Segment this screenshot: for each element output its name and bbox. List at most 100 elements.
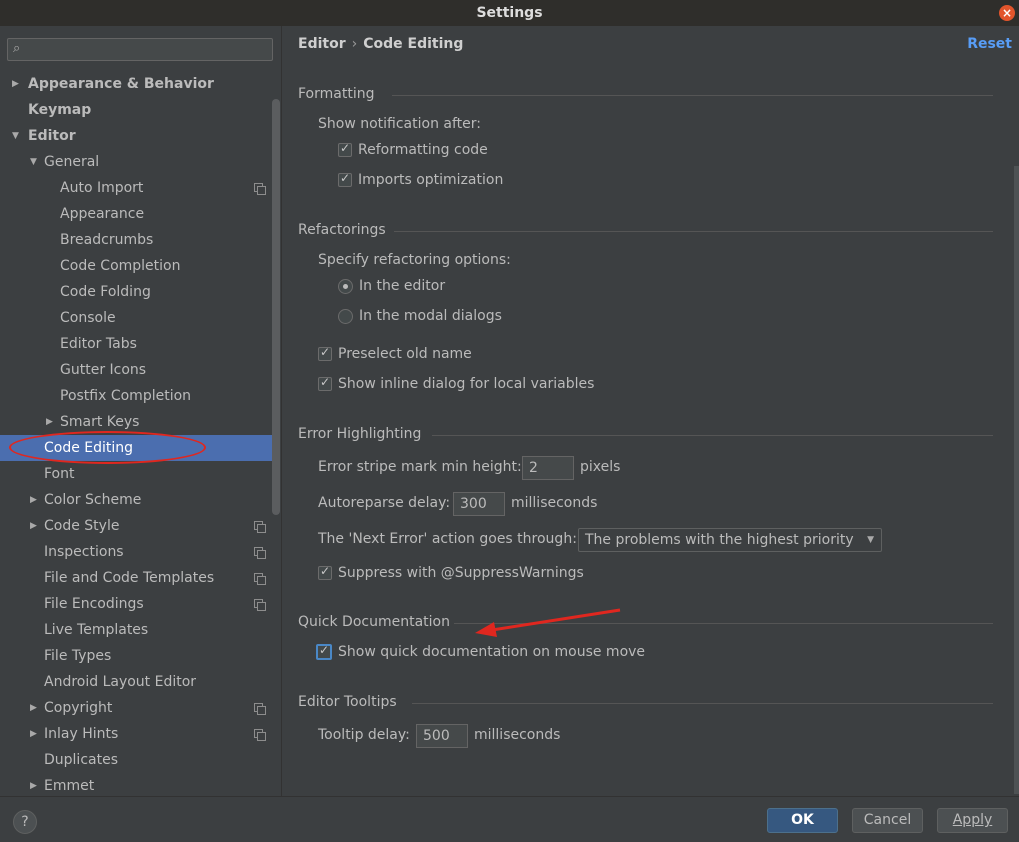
sidebar-item-editor-tabs[interactable]: Editor Tabs bbox=[0, 331, 282, 357]
section-divider bbox=[432, 435, 993, 436]
chevron-down-icon[interactable]: ▼ bbox=[30, 149, 37, 175]
sidebar-item-label: Font bbox=[44, 466, 75, 482]
next-error-value: The problems with the highest priority bbox=[585, 532, 854, 548]
show-inline-dialog-checkbox[interactable] bbox=[318, 375, 332, 391]
sidebar-item-label: Editor Tabs bbox=[60, 336, 137, 352]
show-notification-label: Show notification after: bbox=[318, 116, 481, 132]
sidebar-item-general[interactable]: ▼ General bbox=[0, 149, 282, 175]
chevron-right-icon[interactable]: ▶ bbox=[30, 695, 37, 721]
section-divider bbox=[394, 231, 993, 232]
quick-doc-mouse-move-checkbox[interactable] bbox=[316, 643, 332, 660]
chevron-right-icon[interactable]: ▶ bbox=[12, 71, 19, 97]
apply-button[interactable]: Apply bbox=[937, 808, 1008, 833]
sidebar-item-label: File Types bbox=[44, 648, 112, 664]
sidebar-item-label: Copyright bbox=[44, 700, 113, 716]
error-stripe-input[interactable]: 2 bbox=[522, 456, 574, 480]
section-title-quick-documentation: Quick Documentation bbox=[298, 614, 450, 630]
sidebar-item-console[interactable]: Console bbox=[0, 305, 282, 331]
section-divider bbox=[392, 95, 993, 96]
sidebar-item-editor[interactable]: ▼ Editor bbox=[0, 123, 282, 149]
in-editor-radio[interactable] bbox=[338, 279, 353, 294]
in-editor-label[interactable]: In the editor bbox=[359, 278, 445, 294]
close-icon[interactable]: × bbox=[999, 5, 1015, 21]
help-button[interactable]: ? bbox=[13, 810, 37, 834]
sidebar-item-inspections[interactable]: Inspections bbox=[0, 539, 282, 565]
sidebar-item-font[interactable]: Font bbox=[0, 461, 282, 487]
sidebar-item-label: Duplicates bbox=[44, 752, 118, 768]
sidebar-item-file-and-code-templates[interactable]: File and Code Templates bbox=[0, 565, 282, 591]
cancel-button[interactable]: Cancel bbox=[852, 808, 923, 833]
sidebar-item-file-encodings[interactable]: File Encodings bbox=[0, 591, 282, 617]
search-input[interactable]: ⌕ bbox=[7, 38, 273, 61]
section-divider bbox=[412, 703, 993, 704]
chevron-down-icon[interactable]: ▼ bbox=[12, 123, 19, 149]
autoreparse-label: Autoreparse delay: bbox=[318, 495, 451, 511]
sidebar-item-label: Appearance bbox=[60, 206, 145, 222]
sidebar-item-color-scheme[interactable]: ▶ Color Scheme bbox=[0, 487, 282, 513]
preselect-old-name-label[interactable]: Preselect old name bbox=[338, 346, 472, 362]
autoreparse-unit: milliseconds bbox=[511, 495, 598, 511]
sidebar-item-label: General bbox=[44, 154, 100, 170]
sidebar-item-label: Code Style bbox=[44, 518, 120, 534]
section-title-refactorings: Refactorings bbox=[298, 222, 386, 238]
sidebar-item-live-templates[interactable]: Live Templates bbox=[0, 617, 282, 643]
project-scope-icon bbox=[254, 183, 266, 195]
sidebar-item-code-folding[interactable]: Code Folding bbox=[0, 279, 282, 305]
show-inline-dialog-label[interactable]: Show inline dialog for local variables bbox=[338, 376, 594, 392]
sidebar-item-appearance-behavior[interactable]: ▶ Appearance & Behavior bbox=[0, 71, 282, 97]
dialog-footer: ? OK Cancel Apply bbox=[0, 796, 1019, 842]
sidebar-item-label: Live Templates bbox=[44, 622, 149, 638]
imports-optimization-checkbox[interactable] bbox=[338, 171, 352, 187]
reset-link[interactable]: Reset bbox=[967, 36, 1012, 52]
sidebar-item-label: Breadcrumbs bbox=[60, 232, 154, 248]
reformatting-code-checkbox[interactable] bbox=[338, 141, 352, 157]
breadcrumb-parent[interactable]: Editor bbox=[298, 36, 346, 52]
search-icon: ⌕ bbox=[13, 41, 21, 56]
tooltip-delay-input[interactable]: 500 bbox=[416, 724, 468, 748]
suppress-warnings-checkbox[interactable] bbox=[318, 564, 332, 580]
project-scope-icon bbox=[254, 547, 266, 559]
sidebar-item-duplicates[interactable]: Duplicates bbox=[0, 747, 282, 773]
highlight-ellipse bbox=[9, 431, 206, 464]
chevron-right-icon[interactable]: ▶ bbox=[30, 487, 37, 513]
project-scope-icon bbox=[254, 729, 266, 741]
sidebar-item-android-layout-editor[interactable]: Android Layout Editor bbox=[0, 669, 282, 695]
sidebar-item-code-completion[interactable]: Code Completion bbox=[0, 253, 282, 279]
chevron-right-icon[interactable]: ▶ bbox=[30, 513, 37, 539]
section-title-editor-tooltips: Editor Tooltips bbox=[298, 694, 397, 710]
preselect-old-name-checkbox[interactable] bbox=[318, 345, 332, 361]
sidebar-item-label: Gutter Icons bbox=[60, 362, 147, 378]
sidebar-scrollbar[interactable] bbox=[272, 99, 280, 515]
imports-optimization-label[interactable]: Imports optimization bbox=[358, 172, 503, 188]
sidebar-item-breadcrumbs[interactable]: Breadcrumbs bbox=[0, 227, 282, 253]
sidebar-item-appearance[interactable]: Appearance bbox=[0, 201, 282, 227]
settings-sidebar: ⌕ ▶ Appearance & Behavior Keymap ▼ Editor ▼ Ge… bbox=[0, 26, 282, 796]
suppress-warnings-label[interactable]: Suppress with @SuppressWarnings bbox=[338, 565, 584, 581]
next-error-dropdown[interactable]: The problems with the highest priority ▼ bbox=[578, 528, 882, 552]
quick-doc-mouse-move-label[interactable]: Show quick documentation on mouse move bbox=[338, 644, 645, 660]
reformatting-code-label[interactable]: Reformatting code bbox=[358, 142, 488, 158]
sidebar-item-inlay-hints[interactable]: ▶ Inlay Hints bbox=[0, 721, 282, 747]
chevron-right-icon[interactable]: ▶ bbox=[30, 721, 37, 747]
sidebar-item-auto-import[interactable]: Auto Import bbox=[0, 175, 282, 201]
chevron-right-icon[interactable]: ▶ bbox=[46, 409, 53, 435]
sidebar-item-file-types[interactable]: File Types bbox=[0, 643, 282, 669]
sidebar-item-gutter-icons[interactable]: Gutter Icons bbox=[0, 357, 282, 383]
content-scrollbar[interactable] bbox=[1014, 166, 1019, 794]
in-modal-radio[interactable] bbox=[338, 309, 353, 324]
ok-button[interactable]: OK bbox=[767, 808, 838, 833]
tooltip-delay-unit: milliseconds bbox=[474, 727, 561, 743]
in-modal-label[interactable]: In the modal dialogs bbox=[359, 308, 502, 324]
sidebar-item-postfix-completion[interactable]: Postfix Completion bbox=[0, 383, 282, 409]
sidebar-item-label: Code Completion bbox=[60, 258, 181, 274]
sidebar-item-code-style[interactable]: ▶ Code Style bbox=[0, 513, 282, 539]
sidebar-item-keymap[interactable]: Keymap bbox=[0, 97, 282, 123]
error-stripe-label: Error stripe mark min height: bbox=[318, 459, 522, 475]
sidebar-item-copyright[interactable]: ▶ Copyright bbox=[0, 695, 282, 721]
sidebar-item-label: Android Layout Editor bbox=[44, 674, 197, 690]
sidebar-item-label: Inlay Hints bbox=[44, 726, 119, 742]
sidebar-item-label: Color Scheme bbox=[44, 492, 142, 508]
window-titlebar: Settings × bbox=[0, 0, 1019, 26]
autoreparse-input[interactable]: 300 bbox=[453, 492, 505, 516]
window-title: Settings bbox=[476, 5, 543, 21]
